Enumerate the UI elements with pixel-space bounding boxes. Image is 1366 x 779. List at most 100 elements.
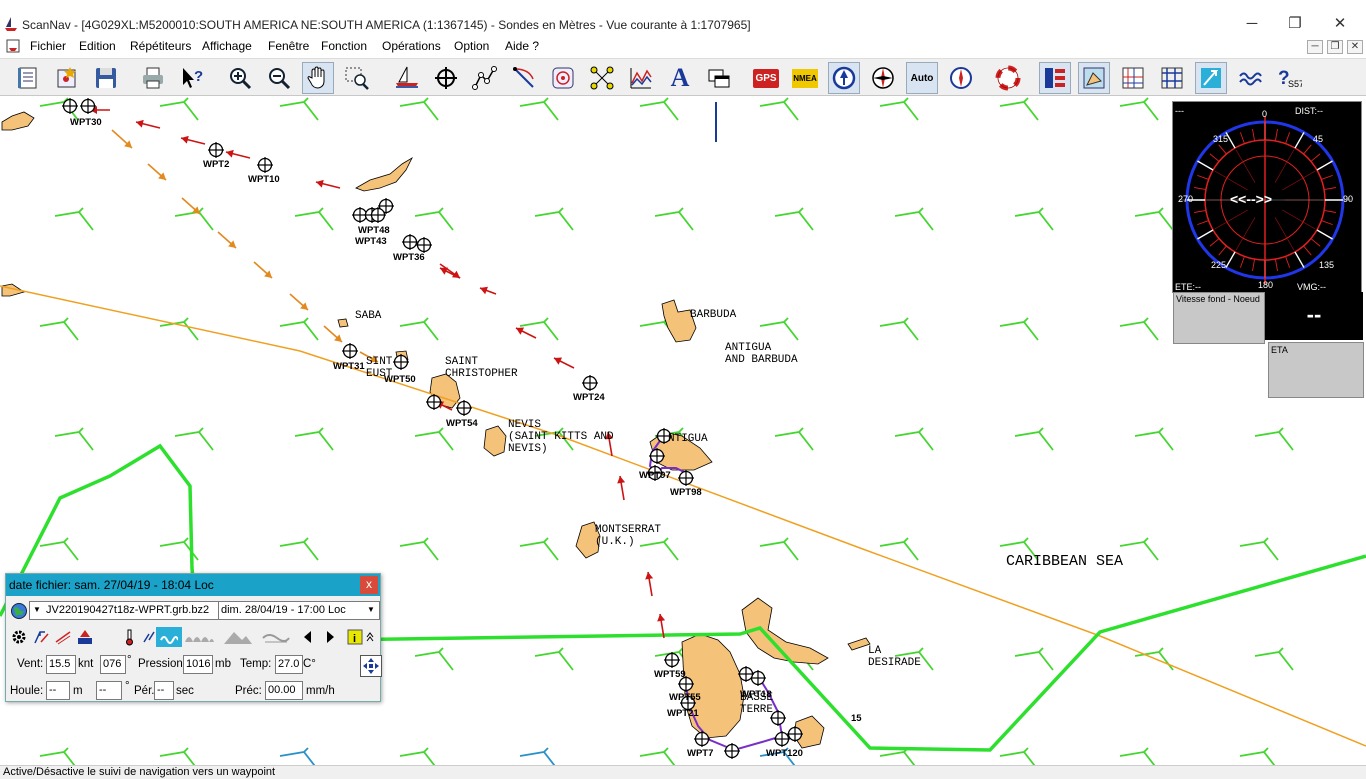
mob-button[interactable] [992, 62, 1024, 94]
cloud-toggle-button[interactable] [260, 627, 292, 647]
chart-grid-button[interactable] [1117, 62, 1149, 94]
new-route-button[interactable] [51, 62, 83, 94]
target-button[interactable] [547, 62, 579, 94]
helm-button[interactable] [945, 62, 977, 94]
wave-button[interactable] [1234, 62, 1266, 94]
grib-settings-button[interactable] [9, 627, 29, 647]
text-button[interactable]: A [664, 62, 696, 94]
menu-bar: Fichier Edition Répétiteurs Affichage Fe… [0, 36, 1366, 58]
route-icon [472, 66, 497, 90]
gps-button[interactable]: GPS [750, 62, 782, 94]
nmea-button[interactable]: NMEA [789, 62, 821, 94]
north-up-button[interactable] [828, 62, 860, 94]
current-arrow-head [316, 179, 324, 188]
thermometer-icon [126, 629, 133, 646]
grib-window[interactable]: date fichier: sam. 27/04/19 - 18:04 Loc … [5, 573, 382, 702]
terrain-toggle-button[interactable] [221, 627, 253, 647]
temperature-toggle-button[interactable] [119, 627, 139, 647]
menu-aide[interactable]: Aide ? [505, 39, 539, 53]
current-arrow-head [226, 149, 234, 158]
wind-barb [639, 97, 679, 121]
pressure-toggle-button[interactable] [53, 627, 73, 647]
waypoint-marker[interactable] [416, 237, 432, 253]
forecast-time-select[interactable]: dim. 28/04/19 - 17:00 Loc [218, 601, 380, 620]
center-view-button[interactable] [360, 655, 382, 677]
windows-button[interactable] [703, 62, 735, 94]
main-toolbar: ? A GPS NMEA Auto ? S57 [0, 58, 1366, 96]
swell-toggle-button[interactable] [183, 627, 215, 647]
network-button[interactable] [586, 62, 618, 94]
zoom-out-button[interactable] [263, 62, 295, 94]
doc-icon[interactable] [6, 39, 20, 56]
help-pointer-button[interactable]: ? [176, 62, 208, 94]
zoom-in-button[interactable] [224, 62, 256, 94]
menu-fichier[interactable]: Fichier [30, 39, 66, 53]
zoom-window-button[interactable] [341, 62, 373, 94]
save-button[interactable] [90, 62, 122, 94]
grib-file-dropdown-arrow[interactable]: ▼ [30, 601, 44, 620]
layers-button[interactable] [1039, 62, 1071, 94]
menu-operations[interactable]: Opérations [382, 39, 441, 53]
bearing-line-button[interactable] [508, 62, 540, 94]
grib-close-button[interactable]: x [360, 576, 378, 594]
info-icon: i [347, 629, 363, 645]
waypoint-marker[interactable] [582, 375, 598, 391]
waypoint-button[interactable] [430, 62, 462, 94]
forecast-dropdown-arrow[interactable]: ▼ [364, 601, 378, 620]
current-arrow-head [136, 119, 144, 128]
chart-catalog-button[interactable] [12, 62, 44, 94]
autopilot-button[interactable]: Auto [906, 62, 938, 94]
printer-icon [143, 67, 163, 89]
minimize-button[interactable]: ─ [1240, 16, 1264, 34]
boat-position-button[interactable] [391, 62, 423, 94]
menu-fenetre[interactable]: Fenêtre [268, 39, 309, 53]
waypoint-marker[interactable] [724, 743, 740, 759]
previous-step-button[interactable] [298, 627, 318, 647]
grib-title-bar[interactable]: date fichier: sam. 27/04/19 - 18:04 Loc [6, 574, 380, 596]
menu-option[interactable]: Option [454, 39, 489, 53]
menu-affichage[interactable]: Affichage [202, 39, 252, 53]
waypoint-marker[interactable] [402, 234, 418, 250]
waypoint-marker[interactable] [257, 157, 273, 173]
wind-toggle-button[interactable] [31, 627, 51, 647]
close-window-button[interactable]: ✕ [1328, 16, 1352, 34]
menu-fonction[interactable]: Fonction [321, 39, 367, 53]
restore-button[interactable]: ❐ [1283, 16, 1307, 34]
wind-barb [399, 537, 439, 561]
period-label: Pér. [134, 685, 155, 697]
mdi-close-button[interactable]: ✕ [1347, 40, 1363, 54]
label-montserrat: MONTSERRAT (U.K.) [595, 524, 662, 548]
menu-repetiteurs[interactable]: Répétiteurs [130, 39, 191, 53]
wind-barb [774, 207, 814, 231]
waypoint-marker[interactable] [208, 142, 224, 158]
grib-info-button[interactable]: i [345, 627, 365, 647]
wind-barb [879, 317, 919, 341]
chart-overlay-button[interactable] [1078, 62, 1110, 94]
wpt-label: WPT55 [669, 692, 701, 703]
scroll-up-button[interactable] [364, 627, 376, 647]
route-button[interactable] [469, 62, 501, 94]
grid-button[interactable] [1156, 62, 1188, 94]
next-step-button[interactable] [320, 627, 340, 647]
globe-icon[interactable] [10, 602, 28, 623]
print-button[interactable] [137, 62, 169, 94]
graph-button[interactable] [625, 62, 657, 94]
network-icon [590, 66, 614, 90]
mdi-restore-button[interactable]: ❐ [1327, 40, 1343, 54]
waypoint-marker[interactable] [342, 343, 358, 359]
current-toggle-button[interactable] [75, 627, 95, 647]
grib-button[interactable] [1195, 62, 1227, 94]
compass-button[interactable] [867, 62, 899, 94]
mdi-minimize-button[interactable]: ─ [1307, 40, 1323, 54]
compass-top-left: --- [1175, 106, 1184, 116]
wind-barb [1119, 317, 1159, 341]
pan-hand-button[interactable] [302, 62, 334, 94]
waypoint-marker[interactable] [678, 470, 694, 486]
menu-edition[interactable]: Edition [79, 39, 116, 53]
period-value: -- [157, 684, 165, 696]
help-button[interactable]: ? S57 [1273, 62, 1305, 94]
grib-file-select[interactable]: JV220190427t18z-WPRT.grb.bz2 [29, 601, 219, 620]
scannav-app-icon[interactable] [3, 16, 19, 35]
wind-barb [54, 427, 94, 451]
waves-toggle-button[interactable] [156, 627, 182, 647]
